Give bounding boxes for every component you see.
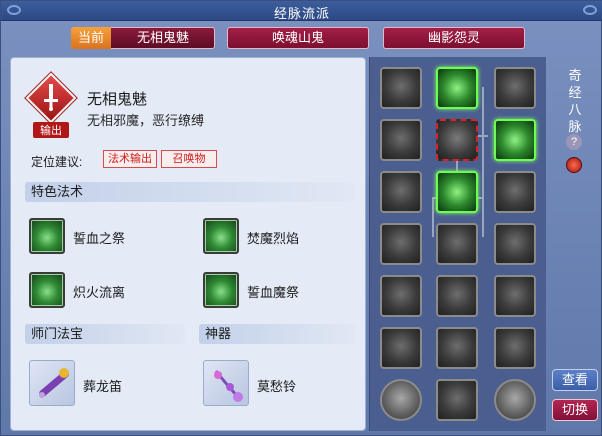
meridian-gem-icon[interactable]: [566, 157, 582, 173]
meridian-node[interactable]: [494, 275, 536, 317]
meridian-node-active[interactable]: [494, 119, 536, 161]
skill-label: 誓血之祭: [73, 231, 126, 246]
skill-label: 焚魔烈焰: [247, 231, 300, 246]
section-special-skills: 特色法术: [25, 182, 355, 202]
treasure-label: 葬龙笛: [83, 379, 123, 394]
section-sect-treasure: 师门法宝: [25, 324, 185, 344]
school-name: 无相鬼魅: [87, 91, 148, 108]
meridian-grid-panel: [369, 57, 546, 431]
meridian-node-selected[interactable]: [436, 119, 478, 161]
tab-youying-yuanling[interactable]: 幽影怨灵: [383, 27, 525, 49]
meridian-window: 经脉流派 当前 无相鬼魅 唤魂山鬼 幽影怨灵 输出 无相鬼魅 无相邪魔，恶行缭缚: [0, 0, 602, 436]
skill-label: 誓血魔祭: [247, 285, 300, 300]
tab-wuxiang-guimei[interactable]: 当前 无相鬼魅: [71, 27, 215, 49]
meridian-connector: [432, 197, 434, 237]
title-ornament-icon: [583, 5, 597, 15]
meridian-connector: [482, 197, 484, 237]
position-label: 定位建议:: [31, 155, 83, 169]
meridian-node[interactable]: [494, 223, 536, 265]
meridian-node[interactable]: [494, 379, 536, 421]
vertical-title-char: 脉: [568, 119, 582, 134]
vertical-title-char: 经: [568, 85, 582, 100]
current-tag: 当前: [71, 27, 111, 49]
school-tab-bar: 当前 无相鬼魅 唤魂山鬼 幽影怨灵: [71, 27, 531, 51]
switch-button[interactable]: 切换: [552, 399, 598, 421]
meridian-node[interactable]: [380, 171, 422, 213]
meridian-node[interactable]: [380, 223, 422, 265]
blood-oath-icon: [29, 218, 65, 254]
meridian-node[interactable]: [380, 379, 422, 421]
tab-label: 唤魂山鬼: [271, 30, 324, 45]
meridian-node[interactable]: [494, 327, 536, 369]
meridian-node[interactable]: [436, 275, 478, 317]
meridian-node[interactable]: [436, 327, 478, 369]
meridian-connector: [482, 87, 484, 197]
side-column: 奇 经 八 脉 ? 查看 切换: [549, 57, 601, 431]
demon-flame-icon: [203, 218, 239, 254]
section-artifact: 神器: [199, 324, 355, 344]
meridian-node[interactable]: [436, 379, 478, 421]
role-avatar: 输出: [25, 72, 77, 138]
help-icon[interactable]: ?: [566, 134, 582, 150]
meridian-node-active[interactable]: [436, 67, 478, 109]
blood-demon-rite-icon: [203, 272, 239, 308]
blazing-fire-icon: [29, 272, 65, 308]
position-tag-summon: 召唤物: [161, 150, 217, 168]
meridian-node[interactable]: [436, 223, 478, 265]
meridian-node[interactable]: [494, 171, 536, 213]
school-detail-panel: 输出 无相鬼魅 无相邪魔，恶行缭缚 定位建议: 法术输出 召唤物 特色法术 誓血…: [10, 57, 366, 431]
vertical-title-char: 奇: [568, 68, 582, 83]
role-badge: 输出: [33, 122, 69, 138]
tab-label: 幽影怨灵: [427, 30, 480, 45]
meridian-node[interactable]: [380, 327, 422, 369]
meridian-node[interactable]: [494, 67, 536, 109]
treasure-label: 莫愁铃: [257, 379, 297, 394]
view-button[interactable]: 查看: [552, 369, 598, 391]
window-title: 经脉流派: [273, 6, 330, 21]
dagger-icon: [44, 84, 58, 111]
meridian-node-active[interactable]: [436, 171, 478, 213]
title-bar: 经脉流派: [1, 1, 602, 21]
dragon-flute-icon: [29, 360, 75, 406]
vertical-title-char: 八: [568, 102, 582, 117]
tab-huanhun-shangui[interactable]: 唤魂山鬼: [227, 27, 369, 49]
school-description: 无相邪魔，恶行缭缚: [87, 113, 205, 128]
position-tag-magic-dps: 法术输出: [103, 150, 157, 168]
bell-icon: [203, 360, 249, 406]
meridian-node[interactable]: [380, 275, 422, 317]
vertical-title: 奇 经 八 脉: [565, 67, 585, 135]
skill-label: 炽火流离: [73, 285, 126, 300]
meridian-node[interactable]: [380, 67, 422, 109]
meridian-node[interactable]: [380, 119, 422, 161]
